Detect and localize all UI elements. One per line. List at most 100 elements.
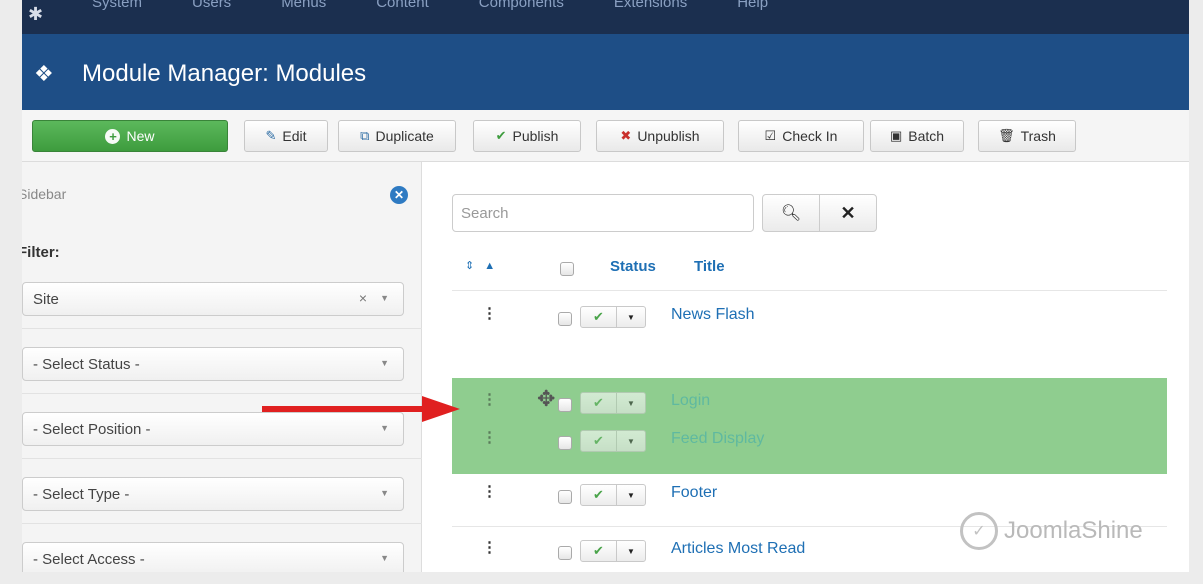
admin-menu: System Users Menus Content Components Ex… — [92, 0, 768, 11]
edit-button[interactable]: ✎ Edit — [244, 120, 328, 152]
status-toggle[interactable]: ✔ ▼ — [580, 392, 646, 414]
check-icon[interactable]: ✔ — [581, 307, 617, 327]
unpublish-button[interactable]: ✖ Unpublish — [596, 120, 724, 152]
drag-handle-icon[interactable]: ⋮ — [482, 428, 497, 446]
batch-button[interactable]: ▣ Batch — [870, 120, 964, 152]
checkin-button[interactable]: ☑ Check In — [738, 120, 864, 152]
toolbar: + New ✎ Edit ⧉ Duplicate ✔ Publish ✖ Unp… — [22, 110, 1189, 162]
search-icon: 🔍︎ — [780, 205, 802, 222]
sidebar: Sidebar ✕ Filter: Site × ▼ - Select Stat… — [22, 162, 422, 572]
row-checkbox[interactable] — [558, 436, 572, 450]
filter-heading: Filter: — [22, 244, 60, 261]
type-select[interactable]: - Select Type - ▼ — [22, 477, 404, 511]
close-icon[interactable]: ✕ — [390, 186, 408, 204]
watermark-text: JoomlaShine — [1004, 517, 1143, 544]
menu-menus[interactable]: Menus — [281, 0, 326, 11]
menu-extensions[interactable]: Extensions — [614, 0, 687, 11]
site-select[interactable]: Site × ▼ — [22, 282, 404, 316]
position-select-value: - Select Position - — [33, 420, 151, 438]
copy-icon: ⧉ — [360, 128, 370, 143]
menu-content[interactable]: Content — [376, 0, 429, 11]
module-title-link[interactable]: Feed Display — [671, 430, 764, 448]
divider — [22, 523, 422, 524]
module-title-link[interactable]: Articles Most Read — [671, 540, 805, 558]
table-row: ⋮ ✔ ▼ Feed Display — [452, 426, 1167, 462]
edit-button-label: Edit — [282, 128, 307, 144]
sort-ordering-icon[interactable]: ⇕▲ — [465, 259, 505, 272]
chevron-down-icon[interactable]: ▼ — [617, 485, 645, 505]
page-header: ❖ Module Manager: Modules — [22, 34, 1189, 110]
admin-menubar: ✱ System Users Menus Content Components … — [22, 0, 1189, 34]
check-icon[interactable]: ✔ — [581, 485, 617, 505]
close-icon: ✕ — [840, 202, 856, 223]
row-checkbox[interactable] — [558, 398, 572, 412]
check-icon[interactable]: ✔ — [581, 431, 617, 451]
status-select[interactable]: - Select Status - ▼ — [22, 347, 404, 381]
divider — [452, 290, 1167, 291]
status-toggle[interactable]: ✔ ▼ — [580, 540, 646, 562]
annotation-arrow-icon — [262, 396, 460, 422]
watermark: ✓ JoomlaShine — [960, 512, 1143, 550]
search-input[interactable]: Search — [452, 194, 754, 232]
check-icon: ✔ — [495, 128, 507, 143]
access-select[interactable]: - Select Access - ▼ — [22, 542, 404, 572]
status-toggle[interactable]: ✔ ▼ — [580, 484, 646, 506]
joomlashine-logo-icon: ✓ — [960, 512, 998, 550]
status-column-header[interactable]: Status — [610, 258, 656, 275]
batch-button-label: Batch — [908, 128, 945, 144]
chevron-down-icon[interactable]: ▼ — [617, 541, 645, 561]
chevron-down-icon[interactable]: ▼ — [617, 307, 645, 327]
publish-button[interactable]: ✔ Publish — [473, 120, 581, 152]
trash-button-label: Trash — [1020, 128, 1056, 144]
duplicate-button-label: Duplicate — [375, 128, 434, 144]
new-button-label: New — [126, 128, 155, 144]
move-cursor-icon: ✥ — [537, 386, 556, 411]
trash-button[interactable]: 🗑 Trash — [978, 120, 1076, 152]
drag-handle-icon[interactable]: ⋮ — [482, 390, 497, 408]
unpublish-button-label: Unpublish — [637, 128, 700, 144]
chevron-down-icon: ▼ — [380, 423, 389, 433]
clear-icon[interactable]: × — [359, 290, 367, 306]
status-toggle[interactable]: ✔ ▼ — [580, 306, 646, 328]
joomla-logo-icon[interactable]: ✱ — [28, 4, 43, 25]
row-checkbox[interactable] — [558, 312, 572, 326]
check-icon[interactable]: ✔ — [581, 541, 617, 561]
menu-system[interactable]: System — [92, 0, 142, 11]
chevron-down-icon: ▼ — [380, 488, 389, 498]
search-button[interactable]: 🔍︎ — [762, 194, 820, 232]
search-placeholder: Search — [461, 204, 509, 222]
menu-components[interactable]: Components — [479, 0, 564, 11]
title-column-header[interactable]: Title — [694, 258, 725, 275]
sidebar-label: Sidebar — [22, 186, 67, 202]
chevron-down-icon[interactable]: ▼ — [617, 431, 645, 451]
menu-help[interactable]: Help — [737, 0, 768, 11]
table-row: ⋮ ✔ ▼ Login — [452, 386, 1167, 422]
pencil-square-icon: ✎ — [265, 128, 277, 143]
table-row: ⋮ ✔ ▼ News Flash — [452, 302, 1167, 342]
module-title-link[interactable]: News Flash — [671, 306, 755, 324]
drag-handle-icon[interactable]: ⋮ — [482, 538, 497, 556]
module-title-link[interactable]: Login — [671, 392, 710, 410]
drag-handle-icon[interactable]: ⋮ — [482, 482, 497, 500]
clear-search-button[interactable]: ✕ — [819, 194, 877, 232]
trash-icon: 🗑 — [998, 128, 1015, 143]
checkin-button-label: Check In — [782, 128, 838, 144]
drag-handle-icon[interactable]: ⋮ — [482, 304, 497, 322]
plus-circle-icon: + — [105, 128, 121, 144]
status-toggle[interactable]: ✔ ▼ — [580, 430, 646, 452]
status-select-value: - Select Status - — [33, 355, 140, 373]
menu-users[interactable]: Users — [192, 0, 231, 11]
check-square-icon: ☑ — [764, 128, 777, 143]
divider — [22, 328, 422, 329]
cube-icon: ❖ — [34, 61, 54, 86]
select-all-checkbox[interactable] — [560, 262, 574, 276]
row-checkbox[interactable] — [558, 490, 572, 504]
page-title: Module Manager: Modules — [82, 60, 367, 87]
check-icon[interactable]: ✔ — [581, 393, 617, 413]
module-title-link[interactable]: Footer — [671, 484, 717, 502]
drag-highlight: ⋮ ✔ ▼ Login ⋮ ✔ ▼ Feed Display — [452, 378, 1167, 474]
new-button[interactable]: + New — [32, 120, 228, 152]
row-checkbox[interactable] — [558, 546, 572, 560]
duplicate-button[interactable]: ⧉ Duplicate — [338, 120, 456, 152]
chevron-down-icon[interactable]: ▼ — [617, 393, 645, 413]
